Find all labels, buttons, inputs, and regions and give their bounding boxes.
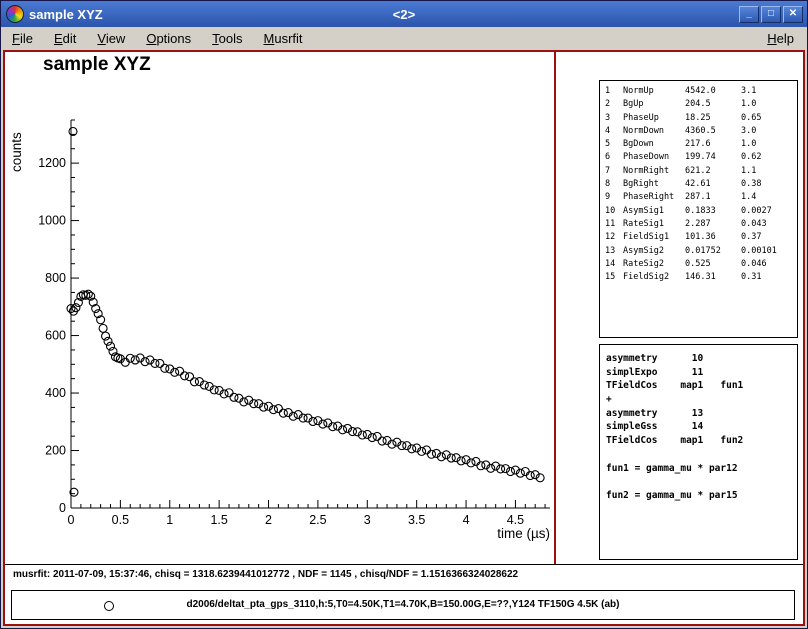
theory-line: asymmetry 13 xyxy=(606,407,797,421)
legend-box[interactable]: d2006/deltat_pta_gps_3110,h:5,T0=4.50K,T… xyxy=(11,590,795,620)
plot-area[interactable]: 0 200 400 600 800 1000 1200 0 0.5 1 1.5 2 2.5 3 3.5 4 4.… xyxy=(5,108,565,548)
svg-text:2.5: 2.5 xyxy=(309,513,326,527)
fit-status-line: musrfit: 2011-07-09, 15:37:46, chisq = 1… xyxy=(13,569,518,580)
data-points xyxy=(67,127,544,496)
axes: 0 200 400 600 800 1000 1200 0 0.5 1 1.5 2 2.5 3 3.5 4 4.… xyxy=(9,120,550,541)
theory-line: simpleGss 14 xyxy=(606,420,797,434)
pad-divider-horizontal xyxy=(5,564,803,565)
menu-options[interactable]: Options xyxy=(143,30,194,47)
svg-text:0: 0 xyxy=(68,513,75,527)
param-row: 2BgUp204.51.0 xyxy=(605,98,797,111)
param-row: 4NormDown4360.53.0 xyxy=(605,125,797,138)
param-row: 1NormUp4542.03.1 xyxy=(605,85,797,98)
maximize-button[interactable]: □ xyxy=(761,6,781,23)
param-row: 6PhaseDown199.740.62 xyxy=(605,151,797,164)
menu-tools[interactable]: Tools xyxy=(209,30,245,47)
x-axis-label: time (µs) xyxy=(497,526,550,541)
app-icon xyxy=(6,5,24,23)
theory-line xyxy=(606,448,797,462)
svg-text:200: 200 xyxy=(45,444,66,458)
window-instance-label: <2> xyxy=(1,7,807,22)
svg-text:600: 600 xyxy=(45,329,66,343)
window-controls: _ □ ✕ xyxy=(739,6,803,23)
menu-bar: File Edit View Options Tools Musrfit Hel… xyxy=(1,27,807,50)
root-canvas[interactable]: sample XYZ 0 200 400 600 800 1000 1200 0 0.5 1 1.5… xyxy=(3,50,805,626)
svg-text:800: 800 xyxy=(45,271,66,285)
param-row: 3PhaseUp18.250.65 xyxy=(605,112,797,125)
param-row: 7NormRight621.21.1 xyxy=(605,165,797,178)
svg-text:0.5: 0.5 xyxy=(112,513,129,527)
svg-text:3.5: 3.5 xyxy=(408,513,425,527)
title-bar[interactable]: sample XYZ <2> _ □ ✕ xyxy=(1,1,807,27)
param-row: 8BgRight42.610.38 xyxy=(605,178,797,191)
param-row: 13AsymSig20.017520.00101 xyxy=(605,245,797,258)
pad-divider-vertical xyxy=(554,52,556,564)
svg-text:1000: 1000 xyxy=(38,214,66,228)
plot-title: sample XYZ xyxy=(43,54,151,76)
theory-line: asymmetry 10 xyxy=(606,352,797,366)
svg-text:3: 3 xyxy=(364,513,371,527)
menu-musrfit[interactable]: Musrfit xyxy=(261,30,306,47)
svg-text:0: 0 xyxy=(59,501,66,515)
minimize-button[interactable]: _ xyxy=(739,6,759,23)
svg-text:4: 4 xyxy=(463,513,470,527)
window-title: sample XYZ xyxy=(29,7,103,22)
param-row: 12FieldSig1101.360.37 xyxy=(605,231,797,244)
y-axis-label: counts xyxy=(9,132,24,172)
theory-line xyxy=(606,475,797,489)
menu-edit[interactable]: Edit xyxy=(51,30,79,47)
menu-file[interactable]: File xyxy=(9,30,36,47)
menu-view[interactable]: View xyxy=(94,30,128,47)
param-row: 11RateSig12.2870.043 xyxy=(605,218,797,231)
param-row: 15FieldSig2146.310.31 xyxy=(605,271,797,284)
menu-help[interactable]: Help xyxy=(764,30,797,47)
theory-line: simplExpo 11 xyxy=(606,366,797,380)
application-window: sample XYZ <2> _ □ ✕ File Edit View Opti… xyxy=(0,0,808,629)
svg-text:400: 400 xyxy=(45,386,66,400)
parameter-rows: 1NormUp4542.03.12BgUp204.51.03PhaseUp18.… xyxy=(605,85,797,284)
theory-line: fun2 = gamma_mu * par15 xyxy=(606,489,797,503)
theory-line: TFieldCos map1 fun1 xyxy=(606,379,797,393)
fit-parameters-box[interactable]: 1NormUp4542.03.12BgUp204.51.03PhaseUp18.… xyxy=(599,80,798,338)
param-row: 9PhaseRight287.11.4 xyxy=(605,191,797,204)
param-row: 10AsymSig10.18330.0027 xyxy=(605,205,797,218)
svg-text:4.5: 4.5 xyxy=(507,513,524,527)
theory-line: TFieldCos map1 fun2 xyxy=(606,434,797,448)
param-row: 5BgDown217.61.0 xyxy=(605,138,797,151)
svg-text:2: 2 xyxy=(265,513,272,527)
legend-label: d2006/deltat_pta_gps_3110,h:5,T0=4.50K,T… xyxy=(12,599,794,610)
close-button[interactable]: ✕ xyxy=(783,6,803,23)
theory-line: + xyxy=(606,393,797,407)
param-row: 14RateSig20.5250.046 xyxy=(605,258,797,271)
svg-text:1: 1 xyxy=(166,513,173,527)
theory-lines: asymmetry 10simplExpo 11TFieldCos map1 f… xyxy=(606,352,797,503)
svg-text:1.5: 1.5 xyxy=(210,513,227,527)
svg-text:1200: 1200 xyxy=(38,156,66,170)
theory-line: fun1 = gamma_mu * par12 xyxy=(606,462,797,476)
theory-function-box[interactable]: asymmetry 10simplExpo 11TFieldCos map1 f… xyxy=(599,344,798,560)
